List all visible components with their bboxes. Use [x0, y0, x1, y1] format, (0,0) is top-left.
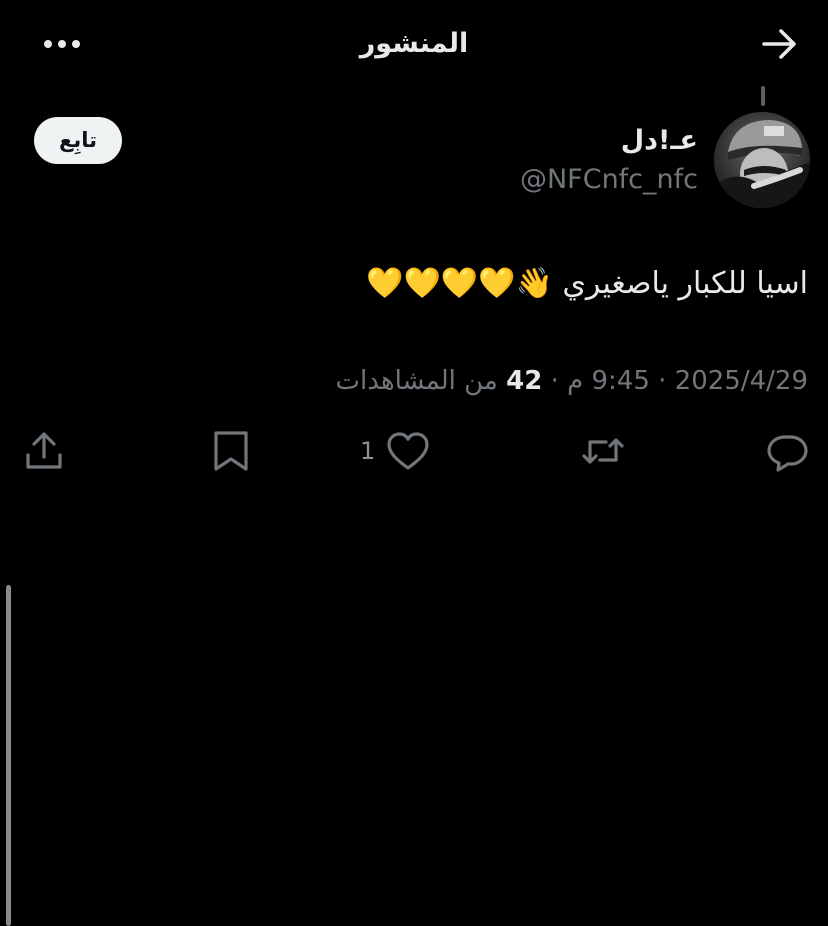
tweet-time[interactable]: 9:45 م: [567, 366, 650, 396]
heart-icon[interactable]: [385, 429, 431, 473]
meta-separator: ·: [542, 366, 568, 396]
like-button[interactable]: 1: [360, 428, 431, 474]
views-count[interactable]: 42: [506, 366, 542, 396]
retweet-icon[interactable]: [580, 428, 626, 474]
author-handle[interactable]: @NFCnfc_nfc: [520, 162, 698, 198]
share-icon[interactable]: [22, 428, 66, 474]
avatar[interactable]: [714, 112, 810, 208]
author-display-name[interactable]: عـ!دل: [621, 122, 698, 160]
views-label[interactable]: من المشاهدات: [336, 366, 498, 396]
scrollbar[interactable]: [6, 585, 11, 926]
page-title: المنشور: [359, 28, 469, 59]
back-arrow-icon[interactable]: [760, 26, 800, 62]
tweet-date[interactable]: 2025/4/29: [675, 366, 808, 396]
more-options-icon[interactable]: [44, 38, 84, 50]
reply-icon[interactable]: [766, 428, 810, 474]
bookmark-icon[interactable]: [210, 428, 252, 474]
tweet-metadata: 2025/4/29 · 9:45 م · 42 من المشاهدات: [336, 362, 808, 400]
thread-connector-line: [761, 86, 765, 106]
meta-separator: ·: [649, 366, 675, 396]
follow-button[interactable]: تابِع: [34, 117, 122, 164]
like-count: 1: [360, 437, 376, 465]
tweet-text: اسيا للكبار ياصغيري 👋💛💛💛💛: [366, 266, 808, 301]
